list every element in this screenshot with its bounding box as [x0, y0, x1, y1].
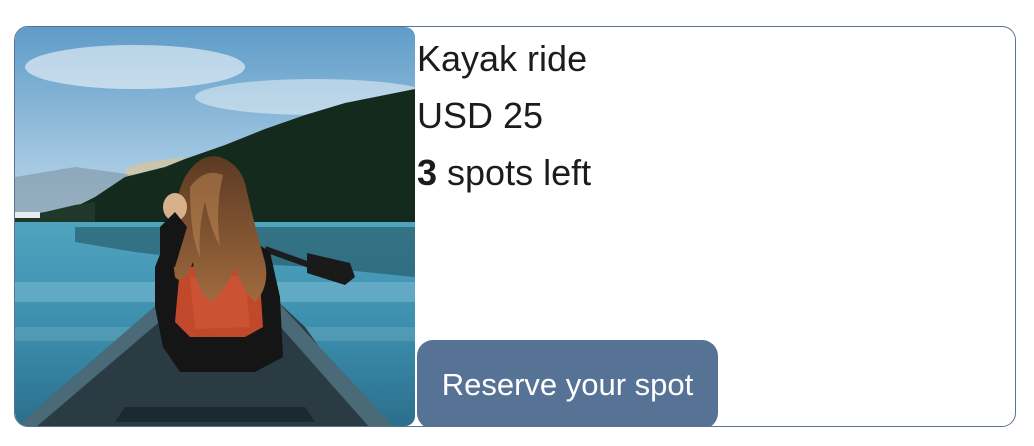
activity-photo — [15, 27, 415, 426]
spots-count: 3 — [417, 152, 438, 193]
activity-card: Kayak ride USD 25 3 spots left Reserve y… — [14, 26, 1016, 427]
activity-title: Kayak ride — [417, 38, 588, 79]
spots-left: 3 spots left — [417, 151, 591, 195]
activity-info: Kayak ride USD 25 3 spots left Reserve y… — [417, 27, 1015, 426]
reserve-spot-button[interactable]: Reserve your spot — [417, 340, 718, 426]
spots-suffix: spots left — [437, 152, 592, 193]
activity-price: USD 25 — [417, 95, 544, 136]
